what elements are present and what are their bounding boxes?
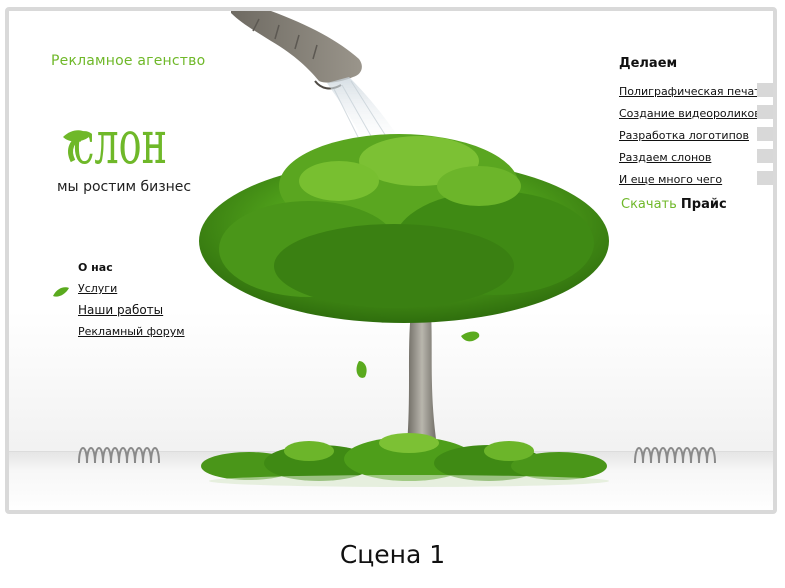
page-frame: Рекламное агенство слон мы ростим бизнес… (5, 7, 777, 514)
spring-icon (634, 447, 716, 464)
tagline: мы ростим бизнес (57, 179, 192, 195)
service-tab[interactable] (757, 171, 773, 185)
price-link[interactable]: Прайс (681, 197, 727, 212)
falling-leaf-icon (461, 331, 480, 342)
services-title: Делаем (619, 56, 678, 71)
nav-item-services[interactable]: Услуги (78, 282, 185, 295)
price-download[interactable]: Скачать Прайс (621, 197, 727, 212)
spring-icon (78, 447, 160, 464)
service-tab[interactable] (757, 127, 773, 141)
elephant-trunk-icon (231, 11, 362, 90)
service-link-more[interactable]: И еще много чего (619, 173, 767, 187)
download-link[interactable]: Скачать (621, 197, 677, 212)
service-link-logo[interactable]: Разработка логотипов (619, 129, 767, 143)
service-link-video[interactable]: Создание видеороликов (619, 107, 767, 121)
service-tab[interactable] (757, 83, 773, 97)
leaf-icon (53, 287, 69, 297)
service-link-elephants[interactable]: Раздаем слонов (619, 151, 767, 165)
falling-leaf-icon (356, 361, 367, 378)
nav-item-about[interactable]: О нас (78, 261, 185, 274)
scene-caption: Сцена 1 (339, 540, 446, 569)
service-link-print[interactable]: Полиграфическая печать (619, 85, 767, 99)
agency-label: Рекламное агенство (51, 53, 206, 69)
service-tab[interactable] (757, 105, 773, 119)
nav-item-forum[interactable]: Рекламный форум (78, 325, 185, 338)
services-panel: Делаем Полиграфическая печать Создание в… (619, 56, 767, 195)
service-tab[interactable] (757, 149, 773, 163)
tree-crown (199, 134, 609, 323)
ground-shrubs (201, 433, 609, 487)
logo-wordmark: слон (73, 108, 167, 178)
nav-item-portfolio[interactable]: Наши работы (78, 303, 185, 317)
logo[interactable]: слон (59, 89, 171, 179)
service-tabs (757, 83, 773, 193)
main-nav: О нас Услуги Наши работы Рекламный форум (78, 261, 185, 346)
